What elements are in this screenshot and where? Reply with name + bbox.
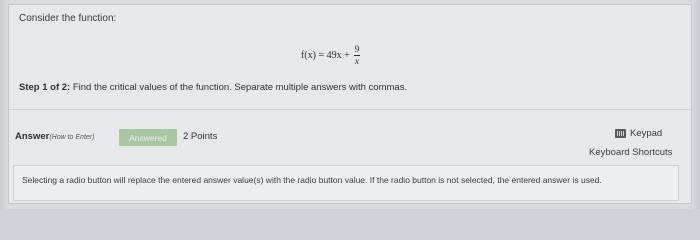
page-background: Consider the function: f(x) = 49x + 9 x … [0, 0, 700, 209]
function-expression: f(x) = 49x + 9 x [301, 41, 361, 69]
answer-label-text: Answer [15, 131, 50, 142]
step-label: Step 1 of 2: [19, 82, 71, 93]
question-prompt: Consider the function: [19, 13, 117, 24]
points-value: 2 Points [183, 131, 218, 142]
keyboard-shortcuts-link[interactable]: Keyboard Shortcuts [589, 147, 672, 158]
step-instruction: Step 1 of 2: Find the critical values of… [19, 82, 407, 93]
divider [9, 109, 691, 110]
fraction-numerator: 9 [353, 43, 361, 56]
question-card: Consider the function: f(x) = 49x + 9 x … [8, 4, 692, 204]
keypad-button[interactable]: Keypad [615, 128, 662, 139]
radio-notice: Selecting a radio button will replace th… [13, 165, 679, 201]
function-lhs: f(x) = 49x + [301, 49, 350, 61]
answer-label: Answer(How to Enter) [15, 131, 94, 142]
fraction-denominator: x [355, 55, 360, 66]
function-fraction: 9 x [353, 43, 361, 66]
how-to-enter-link[interactable]: (How to Enter) [49, 134, 94, 141]
keypad-icon [615, 129, 626, 138]
keypad-label: Keypad [630, 128, 663, 139]
answered-status-button[interactable]: Answered [119, 129, 177, 146]
step-text: Find the critical values of the function… [72, 82, 408, 93]
